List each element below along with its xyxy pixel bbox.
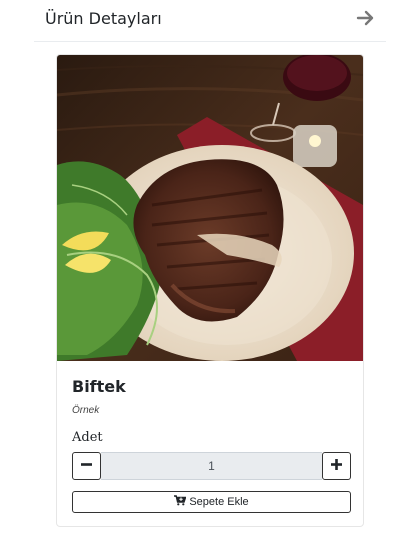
quantity-decrease-button[interactable] — [72, 452, 101, 480]
product-name: Biftek — [72, 377, 126, 396]
product-image — [57, 55, 363, 361]
plus-icon — [331, 457, 342, 475]
page-header: Ürün Detayları — [34, 0, 386, 42]
minus-icon — [81, 457, 92, 475]
arrow-right-icon[interactable] — [356, 9, 376, 27]
quantity-label: Adet — [72, 430, 103, 445]
page-title: Ürün Detayları — [45, 9, 162, 28]
add-to-cart-label: Sepete Ekle — [189, 496, 249, 508]
product-subtitle: Örnek — [72, 405, 100, 416]
add-to-cart-button[interactable]: Sepete Ekle — [72, 491, 351, 513]
cart-plus-icon — [174, 495, 189, 509]
product-card: Biftek Örnek Adet 1 Sepete Ekle — [56, 54, 364, 527]
quantity-input[interactable]: 1 — [101, 452, 322, 480]
quantity-increase-button[interactable] — [322, 452, 351, 480]
quantity-stepper: 1 — [72, 452, 351, 480]
